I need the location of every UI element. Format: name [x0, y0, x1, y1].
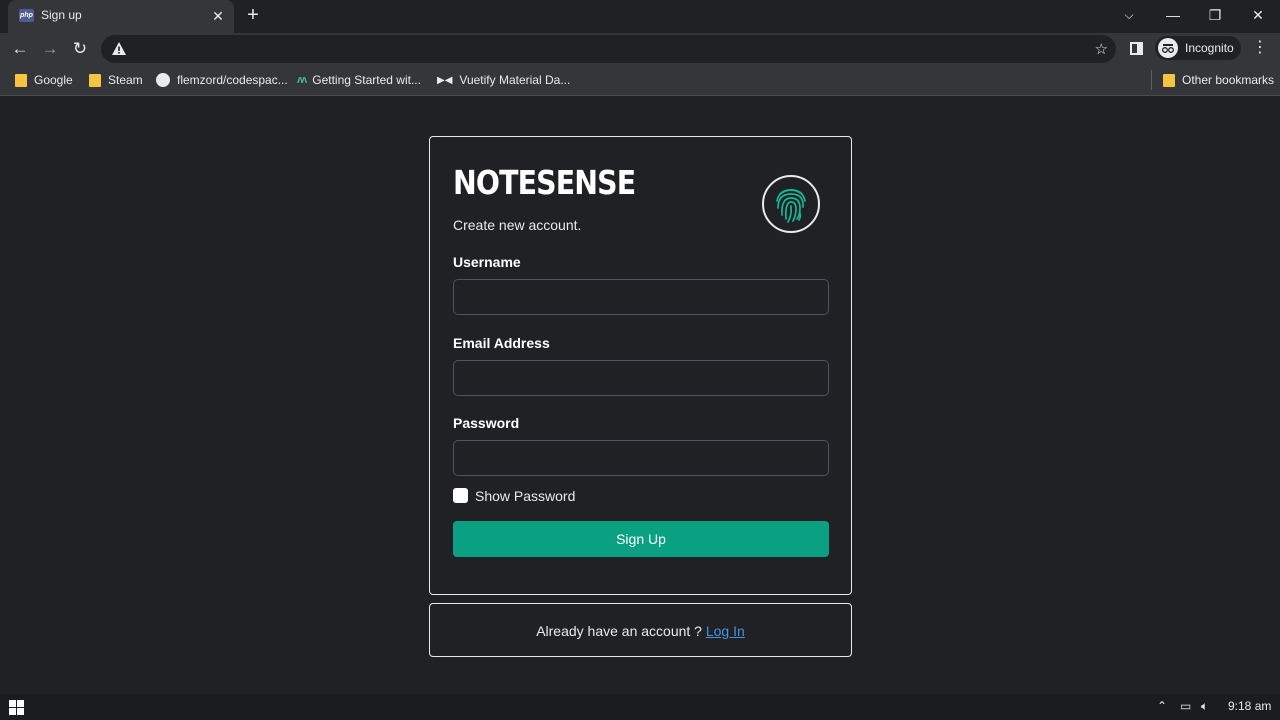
incognito-label: Incognito [1185, 41, 1234, 55]
username-label: Username [453, 254, 521, 270]
bookmark-google[interactable]: Google [15, 71, 73, 89]
login-prompt: Already have an account ? Log In [430, 623, 851, 639]
signup-card: NOTESENSE Create new account. Username E… [429, 136, 852, 595]
warning-icon[interactable] [111, 41, 127, 57]
show-password-label[interactable]: Show Password [475, 488, 575, 504]
fingerprint-icon [762, 175, 820, 233]
mathjax-icon: ᴧᴧ [297, 74, 307, 86]
bookmarks-divider [1151, 70, 1152, 90]
bookmark-vuetify[interactable]: ▶◀ Vuetify Material Da... [437, 71, 570, 89]
incognito-icon [1158, 38, 1178, 58]
show-password-checkbox[interactable] [453, 488, 468, 503]
bookmark-steam[interactable]: Steam [89, 71, 143, 89]
login-prompt-card: Already have an account ? Log In [429, 603, 852, 657]
bookmark-label: flemzord/codespac... [177, 73, 288, 87]
username-input[interactable] [453, 279, 829, 315]
tray-chevron-icon[interactable]: ⌃ [1157, 699, 1167, 713]
bookmark-label: Vuetify Material Da... [459, 73, 571, 87]
page-content: NOTESENSE Create new account. Username E… [0, 97, 1280, 694]
new-tab-button[interactable]: + [243, 5, 263, 25]
side-panel-icon[interactable] [1130, 42, 1143, 55]
network-icon[interactable]: ▭ [1180, 699, 1191, 713]
browser-toolbar: ← → ↻ ☆ Incognito ⋮ [0, 33, 1280, 64]
browser-menu-icon[interactable]: ⋮ [1252, 38, 1268, 58]
email-input[interactable] [453, 360, 829, 396]
restore-button[interactable]: ❐ [1203, 5, 1227, 25]
incognito-profile-button[interactable]: Incognito [1155, 36, 1241, 60]
address-bar[interactable]: ☆ [101, 35, 1116, 63]
email-label: Email Address [453, 335, 550, 351]
bookmark-label: Google [34, 73, 73, 87]
reload-button[interactable]: ↻ [69, 38, 91, 60]
page-subtitle: Create new account. [453, 217, 582, 233]
github-icon [156, 73, 170, 87]
windows-taskbar: ⌃ ▭ 🔈︎ 9:18 am [0, 694, 1280, 720]
volume-icon[interactable]: 🔈︎ [1201, 699, 1208, 714]
close-window-button[interactable]: ✕ [1246, 5, 1270, 25]
tab-strip: php Sign up ✕ + ⌵ — ❐ ✕ [0, 0, 1280, 33]
tab-close-icon[interactable]: ✕ [210, 8, 226, 24]
vuetify-icon: ▶◀ [437, 74, 453, 86]
other-bookmarks-label: Other bookmarks [1182, 73, 1275, 87]
bookmark-label: Steam [108, 73, 143, 87]
minimize-button[interactable]: — [1161, 5, 1185, 25]
windows-start-icon[interactable] [9, 700, 24, 715]
bookmark-getting-started[interactable]: ᴧᴧ Getting Started wit... [297, 71, 421, 89]
php-favicon-icon: php [19, 9, 34, 22]
folder-icon [89, 73, 101, 87]
tab-search-icon[interactable]: ⌵ [1117, 5, 1141, 25]
back-button[interactable]: ← [9, 38, 31, 60]
other-bookmarks[interactable]: Other bookmarks [1163, 71, 1274, 89]
forward-button[interactable]: → [39, 38, 61, 60]
folder-icon [15, 73, 27, 87]
clock[interactable]: 9:18 am [1228, 699, 1271, 713]
password-label: Password [453, 415, 520, 431]
sign-up-button[interactable]: Sign Up [453, 521, 829, 557]
brand-title: NOTESENSE [453, 163, 636, 202]
bookmarks-bar: Google Steam flemzord/codespac... ᴧᴧ Get… [0, 64, 1280, 96]
log-in-link[interactable]: Log In [706, 623, 745, 639]
folder-icon [1163, 73, 1175, 87]
login-prompt-text: Already have an account ? [536, 623, 706, 639]
bookmark-label: Getting Started wit... [312, 73, 421, 87]
tab-sign-up[interactable]: php Sign up ✕ [8, 0, 234, 33]
bookmark-star-icon[interactable]: ☆ [1095, 40, 1108, 58]
tab-title: Sign up [41, 8, 82, 22]
bookmark-codespaces[interactable]: flemzord/codespac... [156, 71, 288, 89]
password-input[interactable] [453, 440, 829, 476]
